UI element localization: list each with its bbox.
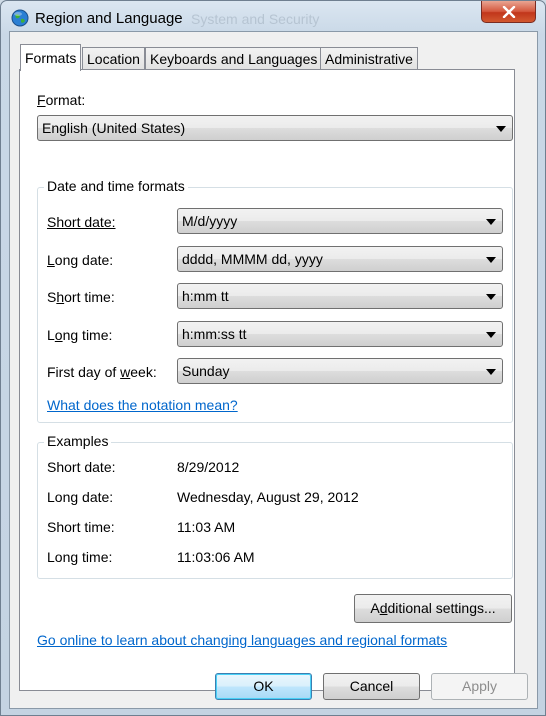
formats-tab-panel: Format: English (United States) Date and… bbox=[19, 69, 515, 691]
notation-help-link[interactable]: What does the notation mean? bbox=[47, 397, 238, 413]
close-button[interactable] bbox=[481, 1, 536, 23]
chevron-down-icon bbox=[486, 219, 496, 225]
example-long-time-value: 11:03:06 AM bbox=[177, 549, 255, 565]
format-dropdown[interactable]: English (United States) bbox=[37, 115, 513, 141]
globe-icon bbox=[11, 9, 29, 27]
short-time-label: Short time: bbox=[47, 289, 115, 305]
tab-keyboards-and-languages[interactable]: Keyboards and Languages bbox=[145, 47, 323, 69]
close-icon bbox=[502, 5, 515, 18]
chevron-down-icon bbox=[486, 257, 496, 263]
short-time-value: h:mm tt bbox=[182, 288, 229, 304]
long-date-label: Long date: bbox=[47, 252, 114, 268]
chevron-down-icon bbox=[486, 369, 496, 375]
dialog-client-area: Formats Location Keyboards and Languages… bbox=[9, 31, 538, 709]
short-date-dropdown[interactable]: M/d/yyyy bbox=[177, 208, 503, 234]
example-short-date-label: Short date: bbox=[47, 459, 116, 475]
tab-location[interactable]: Location bbox=[82, 47, 145, 69]
example-short-time-value: 11:03 AM bbox=[177, 519, 236, 535]
example-long-date-value: Wednesday, August 29, 2012 bbox=[177, 489, 359, 505]
apply-button[interactable]: Apply bbox=[431, 673, 528, 700]
long-time-dropdown[interactable]: h:mm:ss tt bbox=[177, 321, 503, 347]
format-value: English (United States) bbox=[42, 120, 186, 136]
tab-label: Location bbox=[87, 51, 140, 67]
chevron-down-icon bbox=[486, 294, 496, 300]
first-day-of-week-label: First day of week: bbox=[47, 364, 157, 380]
first-day-of-week-value: Sunday bbox=[182, 363, 230, 379]
long-date-value: dddd, MMMM dd, yyyy bbox=[182, 251, 323, 267]
tab-label: Formats bbox=[25, 50, 77, 66]
example-long-time-label: Long time: bbox=[47, 549, 113, 565]
cancel-button[interactable]: Cancel bbox=[323, 673, 420, 700]
ok-button[interactable]: OK bbox=[215, 673, 312, 700]
online-help-link[interactable]: Go online to learn about changing langua… bbox=[37, 632, 447, 648]
example-short-date-value: 8/29/2012 bbox=[177, 459, 240, 475]
format-label: Format: bbox=[37, 92, 86, 108]
example-long-date-label: Long date: bbox=[47, 489, 114, 505]
tab-formats[interactable]: Formats bbox=[20, 44, 82, 71]
example-short-time-label: Short time: bbox=[47, 519, 115, 535]
additional-settings-button[interactable]: Additional settings... bbox=[354, 594, 512, 623]
long-time-value: h:mm:ss tt bbox=[182, 326, 247, 342]
chevron-down-icon bbox=[496, 126, 506, 132]
examples-title: Examples bbox=[44, 433, 112, 449]
first-day-of-week-dropdown[interactable]: Sunday bbox=[177, 358, 503, 384]
short-date-label: Short date: bbox=[47, 214, 116, 230]
window-title: Region and Language bbox=[35, 10, 183, 27]
short-time-dropdown[interactable]: h:mm tt bbox=[177, 283, 503, 309]
tab-administrative[interactable]: Administrative bbox=[320, 47, 418, 69]
window-frame: Region and Language System and Security … bbox=[0, 0, 546, 716]
date-time-formats-title: Date and time formats bbox=[44, 178, 188, 194]
background-window-text: System and Security bbox=[191, 11, 320, 27]
chevron-down-icon bbox=[486, 332, 496, 338]
short-date-value: M/d/yyyy bbox=[182, 213, 238, 229]
long-date-dropdown[interactable]: dddd, MMMM dd, yyyy bbox=[177, 246, 503, 272]
tab-label: Administrative bbox=[325, 51, 413, 67]
tab-label: Keyboards and Languages bbox=[150, 51, 318, 67]
long-time-label: Long time: bbox=[47, 327, 113, 343]
